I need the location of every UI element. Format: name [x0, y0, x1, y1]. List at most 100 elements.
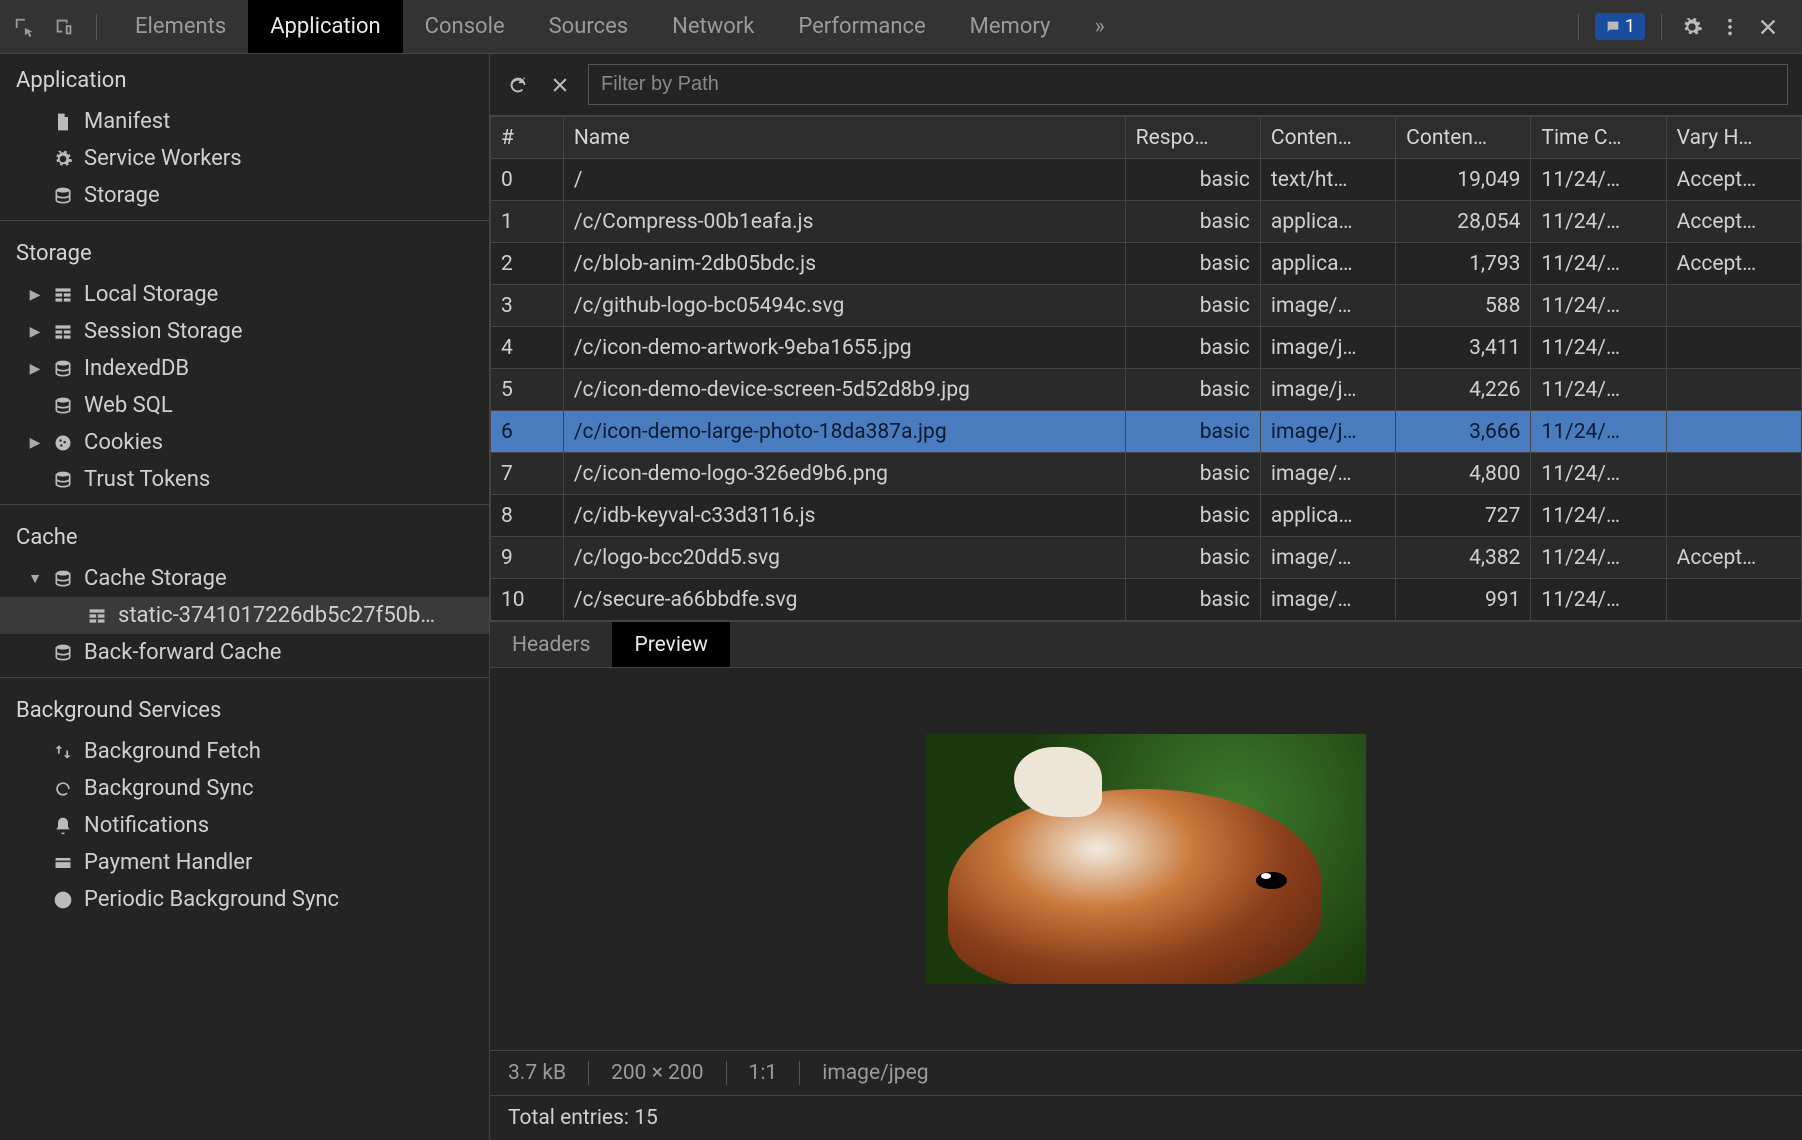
col-header[interactable]: Name — [563, 117, 1125, 159]
sidebar-item-storage[interactable]: Storage — [0, 177, 489, 214]
cell-idx: 5 — [491, 369, 564, 411]
main-tab-sources[interactable]: Sources — [527, 0, 651, 53]
cell-vary: Accept… — [1666, 159, 1801, 201]
filter-input[interactable] — [588, 64, 1788, 105]
cell-name: /c/github-logo-bc05494c.svg — [563, 285, 1125, 327]
cell-name: /c/icon-demo-device-screen-5d52d8b9.jpg — [563, 369, 1125, 411]
transfer-icon — [52, 741, 74, 763]
divider — [1578, 14, 1579, 40]
col-header[interactable]: Time C… — [1531, 117, 1666, 159]
cell-name: /c/logo-bcc20dd5.svg — [563, 537, 1125, 579]
sidebar-item-trust-tokens[interactable]: Trust Tokens — [0, 461, 489, 498]
main-tab-console[interactable]: Console — [403, 0, 527, 53]
sidebar-item-label: Manifest — [84, 109, 170, 134]
col-header[interactable]: Respo… — [1125, 117, 1260, 159]
cell-resp: basic — [1125, 495, 1260, 537]
sidebar-item-local-storage[interactable]: ▶Local Storage — [0, 276, 489, 313]
chevron-right-icon: ▶ — [28, 324, 42, 340]
cookie-icon — [52, 432, 74, 454]
table-row[interactable]: 5/c/icon-demo-device-screen-5d52d8b9.jpg… — [491, 369, 1802, 411]
cell-time: 11/24/… — [1531, 369, 1666, 411]
col-header[interactable]: # — [491, 117, 564, 159]
sidebar-item-cache-entry[interactable]: static-3741017226db5c27f50b… — [0, 597, 489, 634]
cell-name: /c/icon-demo-large-photo-18da387a.jpg — [563, 411, 1125, 453]
table-row[interactable]: 6/c/icon-demo-large-photo-18da387a.jpgba… — [491, 411, 1802, 453]
sidebar-item-indexeddb[interactable]: ▶IndexedDB — [0, 350, 489, 387]
sidebar-item-payment-handler[interactable]: Payment Handler — [0, 844, 489, 881]
table-row[interactable]: 7/c/icon-demo-logo-326ed9b6.pngbasicimag… — [491, 453, 1802, 495]
cell-idx: 9 — [491, 537, 564, 579]
main-area: ApplicationManifestService WorkersStorag… — [0, 54, 1802, 1140]
table-row[interactable]: 1/c/Compress-00b1eafa.jsbasicapplica…28,… — [491, 201, 1802, 243]
tabs-overflow-icon[interactable]: » — [1072, 14, 1126, 39]
cell-ct: image/j… — [1260, 369, 1395, 411]
col-header[interactable]: Vary H… — [1666, 117, 1801, 159]
table-row[interactable]: 9/c/logo-bcc20dd5.svgbasicimage/…4,38211… — [491, 537, 1802, 579]
sync-icon — [52, 778, 74, 800]
main-tab-elements[interactable]: Elements — [113, 0, 248, 53]
sidebar-item-label: Cache Storage — [84, 566, 227, 591]
cell-resp: basic — [1125, 537, 1260, 579]
cell-idx: 10 — [491, 579, 564, 621]
cell-idx: 2 — [491, 243, 564, 285]
cell-cl: 1,793 — [1396, 243, 1531, 285]
device-toggle-icon[interactable] — [50, 13, 78, 41]
clear-icon[interactable] — [546, 71, 574, 99]
main-tab-performance[interactable]: Performance — [776, 0, 947, 53]
inspect-icon[interactable] — [10, 13, 38, 41]
messages-badge[interactable]: 1 — [1595, 13, 1645, 40]
sidebar-item-session-storage[interactable]: ▶ Session Storage — [0, 313, 489, 350]
sidebar-item-notifications[interactable]: Notifications — [0, 807, 489, 844]
main-tab-application[interactable]: Application — [248, 0, 402, 53]
cell-resp: basic — [1125, 369, 1260, 411]
cell-time: 11/24/… — [1531, 159, 1666, 201]
preview-info-bar: 3.7 kB 200 × 200 1:1 image/jpeg — [490, 1050, 1802, 1095]
cell-cl: 991 — [1396, 579, 1531, 621]
sidebar-item-back-forward-cache[interactable]: Back-forward Cache — [0, 634, 489, 671]
chevron-right-icon: ▶ — [28, 287, 42, 303]
sidebar-section-background-services: Background Services — [0, 684, 489, 733]
cell-ct: image/… — [1260, 537, 1395, 579]
divider — [96, 14, 97, 40]
cell-ct: image/j… — [1260, 327, 1395, 369]
main-tab-memory[interactable]: Memory — [948, 0, 1073, 53]
close-icon[interactable] — [1754, 13, 1782, 41]
detail-tab-headers[interactable]: Headers — [490, 622, 612, 667]
sidebar-item-periodic-background-sync[interactable]: Periodic Background Sync — [0, 881, 489, 918]
table-row[interactable]: 3/c/github-logo-bc05494c.svgbasicimage/…… — [491, 285, 1802, 327]
cell-ct: image/j… — [1260, 411, 1395, 453]
sidebar-item-label: Storage — [84, 183, 160, 208]
table-row[interactable]: 4/c/icon-demo-artwork-9eba1655.jpgbasici… — [491, 327, 1802, 369]
table-row[interactable]: 8/c/idb-keyval-c33d3116.jsbasicapplica…7… — [491, 495, 1802, 537]
cell-resp: basic — [1125, 411, 1260, 453]
sidebar-item-service-workers[interactable]: Service Workers — [0, 140, 489, 177]
cell-vary — [1666, 285, 1801, 327]
sidebar-item-background-fetch[interactable]: Background Fetch — [0, 733, 489, 770]
divider — [1661, 14, 1662, 40]
sidebar-item-web-sql[interactable]: Web SQL — [0, 387, 489, 424]
cell-time: 11/24/… — [1531, 453, 1666, 495]
database-icon — [52, 469, 74, 491]
table-row[interactable]: 2/c/blob-anim-2db05bdc.jsbasicapplica…1,… — [491, 243, 1802, 285]
kebab-menu-icon[interactable] — [1716, 13, 1744, 41]
col-header[interactable]: Conten… — [1396, 117, 1531, 159]
cell-time: 11/24/… — [1531, 201, 1666, 243]
sidebar-item-label: Trust Tokens — [84, 467, 210, 492]
gear-icon[interactable] — [1678, 13, 1706, 41]
cell-resp: basic — [1125, 579, 1260, 621]
sidebar-item-label: Session Storage — [84, 319, 243, 344]
table-row[interactable]: 10/c/secure-a66bbdfe.svgbasicimage/…9911… — [491, 579, 1802, 621]
main-tab-network[interactable]: Network — [650, 0, 776, 53]
sidebar-item-cache-storage[interactable]: ▼Cache Storage — [0, 560, 489, 597]
cell-name: /c/icon-demo-artwork-9eba1655.jpg — [563, 327, 1125, 369]
sidebar-item-manifest[interactable]: Manifest — [0, 103, 489, 140]
col-header[interactable]: Conten… — [1260, 117, 1395, 159]
table-header-row: #NameRespo…Conten…Conten…Time C…Vary H… — [491, 117, 1802, 159]
sidebar-item-cookies[interactable]: ▶Cookies — [0, 424, 489, 461]
cell-resp: basic — [1125, 201, 1260, 243]
refresh-icon[interactable] — [504, 71, 532, 99]
table-row[interactable]: 0/basictext/ht…19,04911/24/…Accept… — [491, 159, 1802, 201]
detail-tab-preview[interactable]: Preview — [612, 622, 729, 667]
cell-cl: 588 — [1396, 285, 1531, 327]
sidebar-item-background-sync[interactable]: Background Sync — [0, 770, 489, 807]
